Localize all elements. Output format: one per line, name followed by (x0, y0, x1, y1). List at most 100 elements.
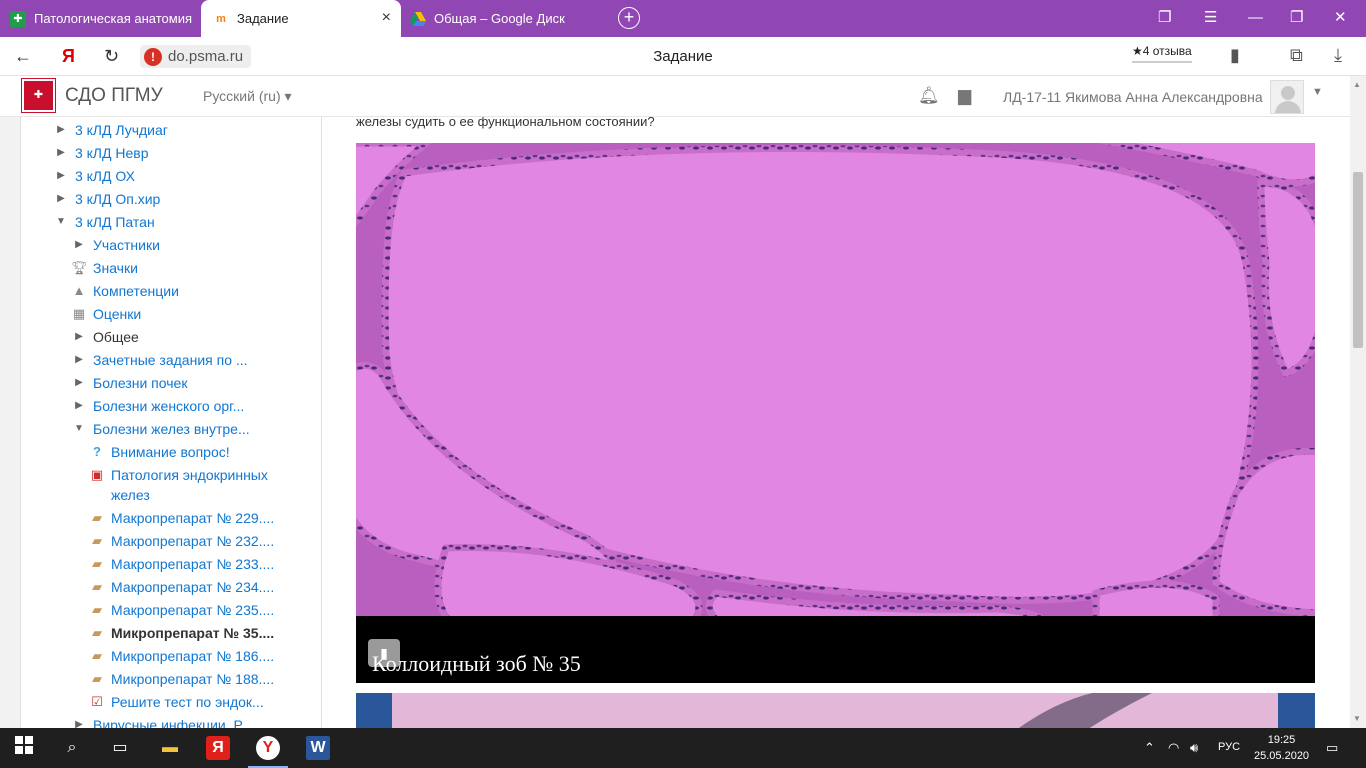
triangle-right-icon: ▶ (75, 331, 83, 342)
nav-item[interactable]: ▶ Болезни почек (73, 373, 187, 395)
wifi-icon[interactable]: ◠ (1168, 740, 1179, 756)
browser-window: ✚ Патологическая анатомия m Задание × Об… (0, 0, 1366, 768)
nav-item[interactable]: ▶ Зачетные задания по ... (73, 350, 247, 372)
competency-icon: ▲ (72, 283, 86, 298)
avatar[interactable] (1270, 80, 1304, 114)
user-name[interactable]: ЛД-17-11 Якимова Анна Александровна (1003, 89, 1263, 105)
menu-icon[interactable]: ☰ (1204, 8, 1217, 28)
caret-down-icon: ▾ (284, 88, 292, 104)
nav-item[interactable]: ▶ Общее (73, 327, 139, 349)
slide-image: ▮ Коллоидный зоб № 35 (356, 143, 1315, 683)
nav-item[interactable]: ▰ Микропрепарат № 188.... (89, 669, 274, 691)
reload-icon[interactable]: ↻ (104, 46, 119, 66)
notifications-icon[interactable]: ▭ (1326, 740, 1338, 756)
triangle-right-icon: ▶ (75, 400, 83, 411)
nav-item[interactable]: ▦ Оценки (71, 304, 141, 326)
triangle-right-icon: ▶ (57, 170, 65, 181)
page-scrollbar[interactable]: ▲ ▼ (1350, 76, 1366, 728)
site-logo[interactable]: ✚ (22, 79, 55, 112)
yandex-app-icon[interactable]: Я (206, 736, 230, 760)
triangle-down-icon: ▼ (74, 423, 84, 434)
url-field[interactable]: ! do.psma.ru (140, 45, 252, 68)
nav-item[interactable]: ▶ 3 кЛД Оп.хир (55, 189, 160, 211)
word-icon[interactable]: W (306, 736, 330, 760)
task-view-icon[interactable]: ▭ (108, 736, 132, 760)
minimize-icon[interactable]: — (1248, 8, 1263, 28)
nav-item[interactable]: ▶ Болезни женского орг... (73, 396, 244, 418)
quiz-icon: ☑ (91, 694, 103, 709)
triangle-right-icon: ▶ (57, 193, 65, 204)
warning-icon[interactable]: ! (144, 47, 162, 66)
language-menu[interactable]: Русский (ru) ▾ (203, 88, 292, 105)
triangle-right-icon: ▶ (75, 377, 83, 388)
nav-item[interactable]: ▰ Макропрепарат № 234.... (89, 577, 274, 599)
yandex-icon[interactable]: Я (62, 46, 75, 66)
nav-item[interactable]: ▶ Вирусные инфекции. Р... (73, 715, 252, 728)
address-bar: ← Я ↻ ! do.psma.ru Задание ★4 отзыва ▮ ⧉… (0, 37, 1366, 76)
nav-item[interactable]: ▰ Макропрепарат № 233.... (89, 554, 274, 576)
nav-item[interactable]: ? Внимание вопрос! (89, 442, 230, 464)
tab-assignment[interactable]: m Задание × (201, 0, 401, 37)
moodle-icon: m (216, 12, 226, 25)
bell-icon[interactable]: 🔔︎ (918, 86, 940, 106)
site-header: ✚ СДО ПГМУ Русский (ru) ▾ 🔔︎ ▆ ЛД-17-11 … (0, 76, 1350, 117)
nav-item[interactable]: ▼ Болезни желез внутре... (73, 419, 250, 441)
scrollbar-thumb[interactable] (1353, 172, 1363, 348)
nav-item[interactable]: ▰ Макропрепарат № 232.... (89, 531, 274, 553)
volume-icon[interactable]: 🔊︎ (1190, 740, 1198, 756)
nav-item[interactable]: ▶ 3 кЛД ОХ (55, 166, 135, 188)
download-icon[interactable]: ⤓ (1334, 45, 1342, 66)
close-window-icon[interactable]: ✕ (1334, 8, 1347, 28)
lesson-icon: ▰ (92, 625, 102, 640)
bookmark-icon[interactable]: ▮ (1230, 45, 1240, 66)
lesson-icon: ▰ (92, 648, 102, 663)
nav-item[interactable]: ☑ Решите тест по эндок... (89, 692, 264, 714)
triangle-right-icon: ▶ (57, 147, 65, 158)
clock[interactable]: 19:25 25.05.2020 (1254, 732, 1309, 764)
user-menu-caret-icon[interactable]: ▼ (1312, 86, 1323, 98)
search-icon[interactable]: ⌕ (60, 736, 84, 760)
new-tab-button[interactable]: + (618, 7, 640, 29)
micrograph-image (356, 143, 1315, 616)
nav-item-current[interactable]: ▰ Микропрепарат № 35.... (89, 623, 274, 645)
google-drive-icon (410, 11, 426, 27)
extensions-icon[interactable]: ⧉ (1290, 45, 1303, 66)
triangle-right-icon: ▶ (75, 239, 83, 250)
tab-google-drive[interactable]: Общая – Google Диск (410, 0, 610, 37)
nav-item[interactable]: ▼ 3 кЛД Патан (55, 212, 155, 234)
nav-item[interactable]: ▰ Макропрепарат № 235.... (89, 600, 274, 622)
triangle-right-icon: ▶ (75, 354, 83, 365)
nav-item[interactable]: ▰ Макропрепарат № 229.... (89, 508, 274, 530)
nav-item[interactable]: ▣ Патология эндокринных желез (89, 465, 279, 503)
table-icon: ▦ (72, 306, 86, 321)
yandex-browser-icon[interactable]: Y (256, 736, 280, 760)
chat-icon[interactable]: ▆ (958, 86, 971, 106)
question-text: железы судить о ее функциональном состоя… (356, 117, 655, 129)
back-icon[interactable]: ← (14, 46, 32, 66)
tab-pathology[interactable]: ✚ Патологическая анатомия (10, 0, 196, 37)
nav-item[interactable]: ▶ 3 кЛД Невр (55, 143, 148, 165)
scroll-up-icon[interactable]: ▲ (1353, 80, 1361, 89)
nav-item[interactable]: ▶ 3 кЛД Лучдиаг (55, 120, 168, 142)
close-icon[interactable]: × (382, 10, 391, 26)
nav-item[interactable]: ▰ Микропрепарат № 186.... (89, 646, 274, 668)
lesson-icon: ▰ (92, 533, 102, 548)
site-name[interactable]: СДО ПГМУ (65, 85, 163, 107)
nav-item[interactable]: ▲ Компетенции (71, 281, 179, 303)
trophy-icon: 🏆︎ (71, 260, 88, 275)
tray-chevron-icon[interactable]: ⌃ (1144, 740, 1155, 756)
scroll-down-icon[interactable]: ▼ (1353, 714, 1361, 723)
windows-start-icon[interactable] (12, 736, 36, 760)
triangle-right-icon: ▶ (75, 719, 83, 728)
language-indicator[interactable]: РУС (1218, 741, 1240, 753)
slide-caption: Коллоидный зоб № 35 (372, 651, 581, 676)
tabs-icon[interactable]: ❐ (1158, 8, 1171, 28)
nav-item[interactable]: 🏆︎ Значки (71, 258, 138, 280)
triangle-down-icon: ▼ (56, 216, 66, 227)
restore-icon[interactable]: ❐ (1290, 8, 1303, 28)
reviews-button[interactable]: ★4 отзыва (1132, 44, 1192, 63)
next-slide-image (356, 693, 1315, 728)
lesson-icon: ▰ (92, 602, 102, 617)
file-explorer-icon[interactable]: ▬ (158, 736, 182, 760)
nav-item[interactable]: ▶ Участники (73, 235, 160, 257)
